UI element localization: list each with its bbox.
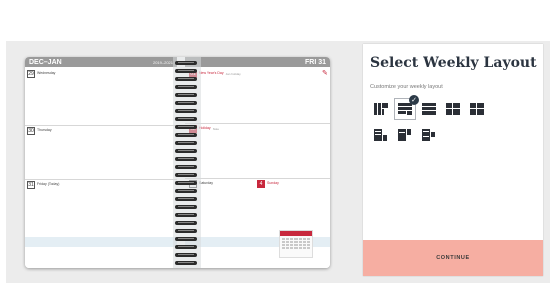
day-note: Jan holiday — [225, 72, 241, 76]
left-header-title: DEC–JAN — [29, 58, 62, 66]
day-entry: 31 Friday (Today) — [27, 181, 59, 189]
day-name: Friday (Today) — [37, 182, 60, 186]
day-name: Wednesday — [37, 71, 56, 75]
spiral-coil — [175, 109, 197, 113]
day-divider — [25, 125, 177, 126]
day-number: 29 — [27, 70, 35, 78]
day-name: New Year's Day — [199, 71, 224, 75]
day-number: 30 — [27, 127, 35, 135]
day-number: 4 — [257, 180, 265, 188]
planner-left-page: DEC–JAN 2019–2021 29 Wednesday 30 Thursd… — [25, 57, 177, 268]
spiral-coil — [175, 245, 197, 249]
layout-3-icon — [422, 103, 436, 115]
layout-6-icon — [374, 129, 387, 141]
spiral-coil — [175, 229, 197, 233]
left-header-sub: 2019–2021 — [152, 59, 173, 65]
spiral-coil — [175, 237, 197, 241]
layout-8-icon — [422, 129, 435, 141]
spiral-coil — [175, 165, 197, 169]
right-header-title: FRI 31 — [304, 58, 326, 66]
day-name: Saturday — [199, 181, 214, 185]
day-name: Thursday — [37, 128, 52, 132]
spiral-coil — [175, 197, 197, 201]
day-name: Sunday — [267, 181, 279, 185]
layout-option-5[interactable] — [466, 98, 488, 120]
day-entry: 29 Wednesday — [27, 70, 55, 78]
mini-calendar-grid — [280, 236, 312, 251]
mini-calendar — [279, 230, 313, 258]
continue-button[interactable]: CONTINUE — [363, 240, 543, 276]
panel-title: Select Weekly Layout — [370, 55, 537, 71]
day-divider — [25, 179, 177, 180]
layout-option-6[interactable] — [370, 124, 392, 146]
layout-option-4[interactable] — [442, 98, 464, 120]
layout-option-2[interactable]: ✓ — [394, 95, 419, 120]
layout-option-3[interactable] — [418, 98, 440, 120]
day-note: Note — [212, 127, 220, 131]
layout-7-icon — [398, 129, 411, 141]
spiral-coil — [175, 77, 197, 81]
day-entry: 4 Sunday — [257, 180, 279, 188]
highlight-band — [25, 237, 177, 247]
layout-5-icon — [470, 103, 484, 115]
planner-right-page: FRI 31 ✎ 01 New Year's Day Jan holiday 0… — [185, 57, 330, 268]
spiral-coil — [175, 117, 197, 121]
layout-option-7[interactable] — [394, 124, 416, 146]
planner-preview: DEC–JAN 2019–2021 29 Wednesday 30 Thursd… — [25, 57, 330, 268]
spiral-coil — [175, 61, 197, 65]
spiral-coil — [175, 221, 197, 225]
spiral-coil — [175, 213, 197, 217]
spiral-coil — [175, 253, 197, 257]
layout-option-1[interactable] — [370, 98, 392, 120]
spiral-coil — [175, 101, 197, 105]
spiral-coil — [175, 181, 197, 185]
pen-icon: ✎ — [322, 70, 328, 77]
spiral-coil — [175, 149, 197, 153]
panel-subtitle: Customize your weekly layout — [370, 84, 443, 90]
day-divider — [185, 123, 330, 124]
right-page-header: FRI 31 — [185, 57, 330, 67]
spiral-coil — [175, 189, 197, 193]
spiral-coil — [175, 261, 197, 265]
layout-2-icon — [398, 103, 412, 115]
layout-panel: Select Weekly Layout Customize your week… — [363, 44, 543, 276]
layout-1-icon — [374, 103, 388, 115]
spiral-coil — [175, 133, 197, 137]
spiral-coil — [175, 157, 197, 161]
spiral-coil — [175, 69, 197, 73]
day-entry: 30 Thursday — [27, 127, 52, 135]
spiral-coil — [175, 93, 197, 97]
spiral-coil — [175, 125, 197, 129]
day-divider — [185, 178, 330, 179]
spiral-coil — [175, 141, 197, 145]
layout-4-icon — [446, 103, 460, 115]
left-page-header: DEC–JAN 2019–2021 — [25, 57, 177, 67]
spiral-coil — [175, 173, 197, 177]
spiral-coil — [175, 85, 197, 89]
spiral-coil — [175, 205, 197, 209]
layout-option-8[interactable] — [418, 124, 440, 146]
day-number: 31 — [27, 181, 35, 189]
